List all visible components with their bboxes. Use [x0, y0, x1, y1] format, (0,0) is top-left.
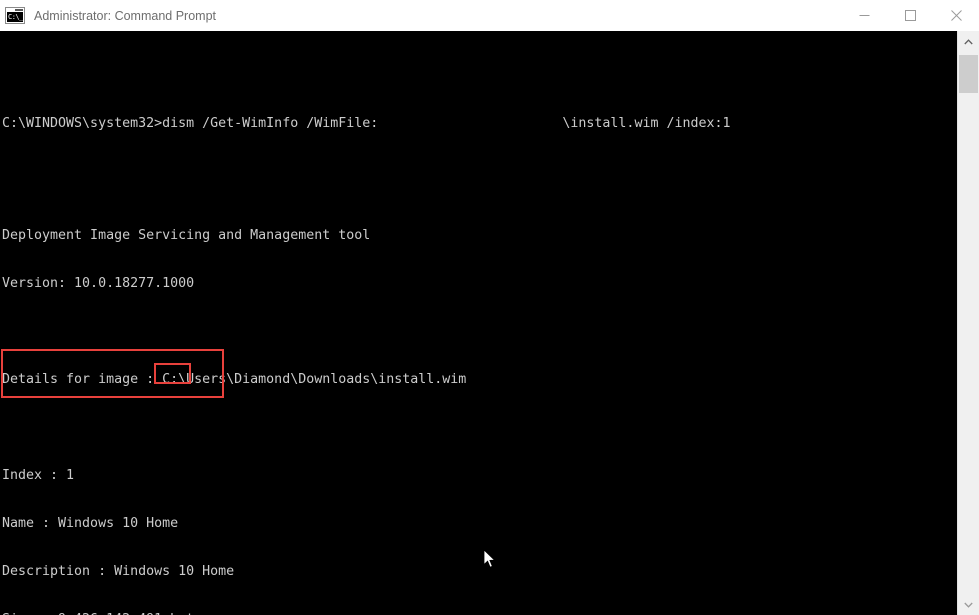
command-prompt-window: C:\_ Administrator: Command Prompt C:\WI…: [0, 0, 979, 615]
scrollbar-thumb[interactable]: [959, 55, 978, 93]
vertical-scrollbar[interactable]: [957, 31, 979, 615]
scroll-up-arrow-icon[interactable]: [958, 31, 979, 52]
console-line-description: Description : Windows 10 Home: [2, 564, 235, 579]
cmd-console-icon: C:\_: [5, 7, 25, 24]
console-command-line: C:\WINDOWS\system32>dism /Get-WimInfo /W…: [2, 116, 957, 132]
console-command-suffix: \install.wim /index:1: [562, 116, 731, 131]
scrollbar-track[interactable]: [958, 52, 979, 594]
console-prompt: C:\WINDOWS\system32>: [2, 116, 163, 131]
console-line-tool-version: Version: 10.0.18277.1000: [2, 276, 195, 291]
console-line-blank-2: [2, 324, 957, 340]
console-line-blank-1: [2, 180, 957, 196]
close-button[interactable]: [933, 0, 979, 31]
console-line-details-for-image: Details for image : C:\Users\Diamond\Dow…: [2, 372, 467, 387]
console-line-name: Name : Windows 10 Home: [2, 516, 179, 531]
console-output-area[interactable]: C:\WINDOWS\system32>dism /Get-WimInfo /W…: [0, 31, 957, 615]
redacted-path: [378, 116, 562, 131]
cmd-icon-dots: [15, 9, 23, 11]
window-title: Administrator: Command Prompt: [34, 8, 217, 23]
console-line-index: Index : 1: [2, 468, 75, 483]
scroll-down-arrow-icon[interactable]: [958, 594, 979, 615]
minimize-button[interactable]: [841, 0, 887, 31]
console-text-container: C:\WINDOWS\system32>dism /Get-WimInfo /W…: [0, 63, 957, 615]
titlebar[interactable]: C:\_ Administrator: Command Prompt: [0, 0, 979, 31]
mouse-cursor-arrow-icon: [420, 534, 496, 568]
console-line-tool-name: Deployment Image Servicing and Managemen…: [2, 228, 371, 243]
cmd-icon-prompt-glyph: C:\_: [7, 12, 23, 22]
maximize-button[interactable]: [887, 0, 933, 31]
console-line-blank-3: [2, 420, 957, 436]
console-command: dism /Get-WimInfo /WimFile:: [162, 116, 379, 131]
window-controls: [841, 0, 979, 31]
